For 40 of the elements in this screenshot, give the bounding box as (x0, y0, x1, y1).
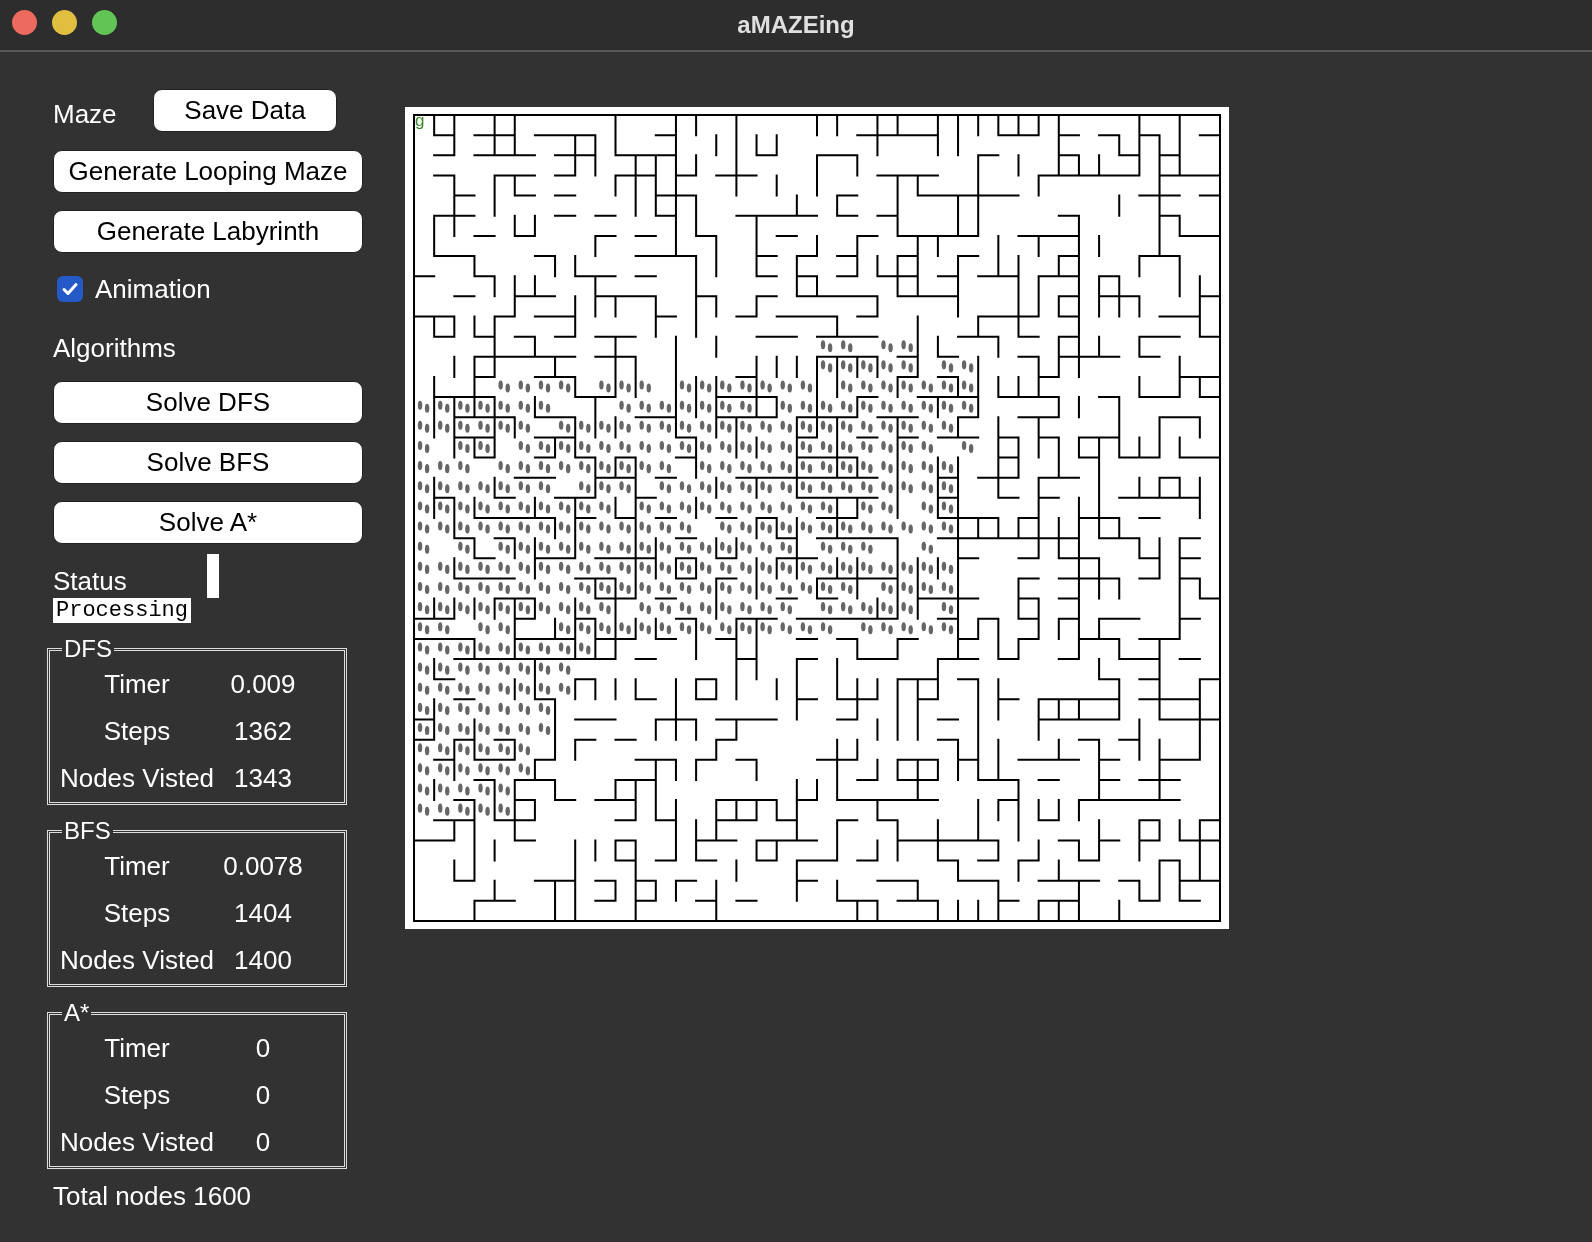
stat-value: 0 (254, 1080, 272, 1111)
maximize-icon[interactable] (92, 10, 117, 35)
close-icon[interactable] (12, 10, 37, 35)
animation-checkbox[interactable] (57, 276, 83, 302)
stat-label: Timer (103, 669, 171, 700)
stat-label: Timer (103, 1033, 171, 1064)
stat-label: Steps (102, 716, 172, 747)
group-title: DFS (63, 635, 113, 663)
stat-value: 0 (254, 1127, 272, 1158)
stat-value: 0 (254, 1033, 272, 1064)
stat-label: Nodes Visted (58, 1127, 216, 1158)
stat-label: Nodes Visted (58, 763, 216, 794)
section-label: Algorithms (53, 333, 177, 364)
generate-button[interactable]: Generate Looping Maze (53, 150, 363, 193)
total-nodes-text: Total nodes 1600 (53, 1181, 253, 1212)
status-value: Processing (53, 598, 192, 623)
solve-button[interactable]: Solve A* (53, 501, 363, 544)
stat-value: 0.0078 (222, 851, 304, 882)
stat-value: 1400 (233, 945, 293, 976)
section-label: Maze (53, 99, 118, 131)
stat-value: 0.009 (229, 669, 297, 700)
window-title: aMAZEing (737, 11, 855, 39)
stat-label: Steps (102, 898, 172, 929)
stat-label: Nodes Visted (58, 945, 216, 976)
checkbox-label: Animation (95, 273, 211, 305)
group-title: A* (63, 999, 91, 1027)
minimize-icon[interactable] (52, 10, 77, 35)
stat-value: 1362 (233, 716, 293, 747)
goal-marker: g (415, 111, 425, 131)
status-indicator (207, 554, 219, 598)
group-title: BFS (63, 817, 112, 845)
stat-label: Timer (103, 851, 171, 882)
status-label: Status (53, 564, 128, 597)
stat-label: Steps (102, 1080, 172, 1111)
stat-value: 1404 (233, 898, 293, 929)
solve-button[interactable]: Solve BFS (53, 441, 363, 484)
generate-button[interactable]: Generate Labyrinth (53, 210, 363, 253)
solve-button[interactable]: Solve DFS (53, 381, 363, 424)
stat-value: 1343 (233, 763, 293, 794)
save-data-button[interactable]: Save Data (153, 89, 337, 132)
